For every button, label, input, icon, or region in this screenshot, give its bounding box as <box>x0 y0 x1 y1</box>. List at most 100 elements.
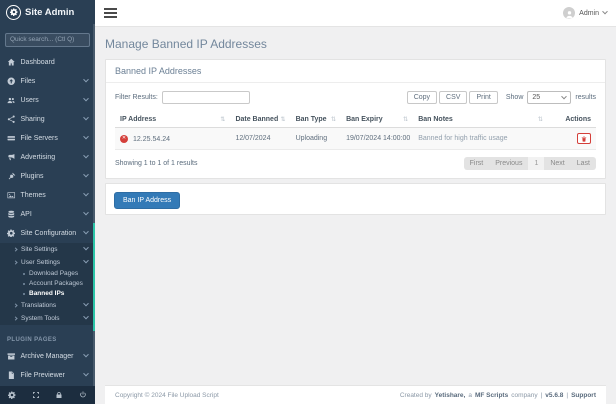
sidebar-item-translations[interactable]: Translations <box>0 299 95 312</box>
sidebar-item-users[interactable]: Users <box>0 91 95 110</box>
image-icon <box>7 191 16 200</box>
sidebar-item-banned-ips[interactable]: Banned IPs <box>0 289 95 299</box>
sidebar-item-advertising[interactable]: Advertising <box>0 148 95 167</box>
sidebar-scrollbar-thumb[interactable] <box>93 223 95 331</box>
mfscripts-link[interactable]: MF Scripts <box>475 392 508 399</box>
sort-icon: ⇅ <box>331 116 336 123</box>
pagination-previous[interactable]: Previous <box>489 157 528 170</box>
chevron-down-icon <box>83 229 89 235</box>
chevron-right-icon <box>13 303 17 307</box>
sidebar-item-plugins[interactable]: Plugins <box>0 167 95 186</box>
sidebar-item-dashboard[interactable]: Dashboard <box>0 53 95 72</box>
chevron-down-icon <box>83 172 89 178</box>
col-date-banned[interactable]: Date Banned⇅ <box>230 112 290 128</box>
filter-label: Filter Results: <box>115 94 158 101</box>
col-actions: Actions <box>548 112 596 128</box>
sort-icon: ⇅ <box>403 116 408 123</box>
share-icon <box>7 115 16 124</box>
settings-icon[interactable] <box>4 388 20 402</box>
brand-title: Site Admin <box>25 7 74 18</box>
sidebar-scrollbar-track <box>93 24 95 386</box>
sidebar-menu: Dashboard Files Users Sharing File Serve… <box>0 53 95 387</box>
chevron-down-icon <box>83 191 89 197</box>
database-icon <box>7 210 16 219</box>
sidebar-item-site-settings[interactable]: Site Settings <box>0 243 95 256</box>
pagination-page-1[interactable]: 1 <box>528 157 544 170</box>
col-ban-notes[interactable]: Ban Notes⇅ <box>413 112 548 128</box>
yetishare-link[interactable]: Yetishare, <box>435 392 466 399</box>
created-by-text: Created by <box>400 392 432 399</box>
pagination: First Previous 1 Next Last <box>464 157 596 170</box>
user-menu[interactable]: Admin <box>563 7 607 19</box>
chevron-down-icon <box>83 301 89 307</box>
col-ban-expiry[interactable]: Ban Expiry⇅ <box>341 112 413 128</box>
brand: Site Admin <box>0 0 95 24</box>
delete-ban-button[interactable] <box>577 133 591 144</box>
cogs-logo-icon <box>6 5 21 20</box>
col-ban-type[interactable]: Ban Type⇅ <box>291 112 342 128</box>
users-icon <box>7 96 16 105</box>
export-button-group: Copy CSV Print <box>407 91 498 104</box>
chevron-down-icon <box>83 245 89 251</box>
sidebar-item-user-settings[interactable]: User Settings <box>0 256 95 269</box>
sidebar-item-file-servers[interactable]: File Servers <box>0 129 95 148</box>
pagination-last[interactable]: Last <box>571 157 596 170</box>
site-configuration-submenu: Site Settings User Settings Download Pag… <box>0 243 95 325</box>
sidebar-item-download-pages[interactable]: Download Pages <box>0 269 95 279</box>
topbar: Admin <box>95 0 616 27</box>
quick-search-input[interactable] <box>5 33 90 47</box>
sidebar-item-api[interactable]: API <box>0 205 95 224</box>
actions-panel: Ban IP Address <box>105 183 606 215</box>
avatar <box>563 7 575 19</box>
table-footer: Showing 1 to 1 of 1 results First Previo… <box>115 157 596 170</box>
support-link[interactable]: Support <box>571 392 596 399</box>
pagination-first[interactable]: First <box>464 157 490 170</box>
sidebar-item-site-configuration[interactable]: Site Configuration <box>0 224 95 243</box>
chevron-down-icon <box>83 352 89 358</box>
menu-toggle-icon[interactable] <box>104 8 117 18</box>
actions-cell <box>548 128 596 150</box>
sidebar-item-system-tools[interactable]: System Tools <box>0 312 95 325</box>
ban-ip-address-button[interactable]: Ban IP Address <box>114 192 180 209</box>
chevron-down-icon <box>83 314 89 320</box>
col-ip-address[interactable]: IP Address⇅ <box>115 112 230 128</box>
csv-button[interactable]: CSV <box>439 91 467 104</box>
user-name: Admin <box>579 10 599 17</box>
home-icon <box>7 58 16 67</box>
copyright-text: Copyright © 2024 File Upload Script <box>115 392 219 399</box>
sidebar-item-archive-manager[interactable]: Archive Manager <box>0 347 95 366</box>
megaphone-icon <box>7 153 16 162</box>
content: Banned IP Addresses Filter Results: Copy… <box>95 59 616 404</box>
sidebar-item-themes[interactable]: Themes <box>0 186 95 205</box>
sidebar-item-files[interactable]: Files <box>0 72 95 91</box>
fullscreen-icon[interactable] <box>28 388 44 402</box>
print-button[interactable]: Print <box>469 91 497 104</box>
sort-icon: ⇅ <box>538 116 543 123</box>
ban-type-cell: Uploading <box>291 128 342 150</box>
titlebar: Manage Banned IP Addresses <box>95 27 616 59</box>
chevron-down-icon <box>83 134 89 140</box>
power-icon[interactable] <box>75 388 91 402</box>
pagination-next[interactable]: Next <box>544 157 570 170</box>
ban-notes-cell: Banned for high traffic usage <box>413 128 548 150</box>
chevron-down-icon <box>83 258 89 264</box>
copy-button[interactable]: Copy <box>407 91 437 104</box>
filter-input[interactable] <box>162 91 250 104</box>
panel-title: Banned IP Addresses <box>106 60 605 83</box>
lock-icon[interactable] <box>51 388 67 402</box>
page-length-select[interactable]: 25 <box>527 91 571 104</box>
ban-expiry-cell: 19/07/2024 14:00:00 <box>341 128 413 150</box>
results-summary: Showing 1 to 1 of 1 results <box>115 160 198 167</box>
plugin-pages-header: PLUGIN PAGES <box>0 334 95 347</box>
archive-icon <box>7 352 16 361</box>
sidebar-item-file-previewer[interactable]: File Previewer <box>0 366 95 385</box>
server-icon <box>7 134 16 143</box>
chevron-down-icon <box>83 96 89 102</box>
sidebar-item-account-packages[interactable]: Account Packages <box>0 279 95 289</box>
table-toolbar: Filter Results: Copy CSV Print Show 25 r… <box>115 91 596 104</box>
chevron-right-icon <box>13 247 17 251</box>
chevron-right-icon <box>13 260 17 264</box>
sidebar-footer-toolbar <box>0 386 95 404</box>
sidebar-item-sharing[interactable]: Sharing <box>0 110 95 129</box>
sidebar: Site Admin Dashboard Files Users Sharing… <box>0 0 95 404</box>
